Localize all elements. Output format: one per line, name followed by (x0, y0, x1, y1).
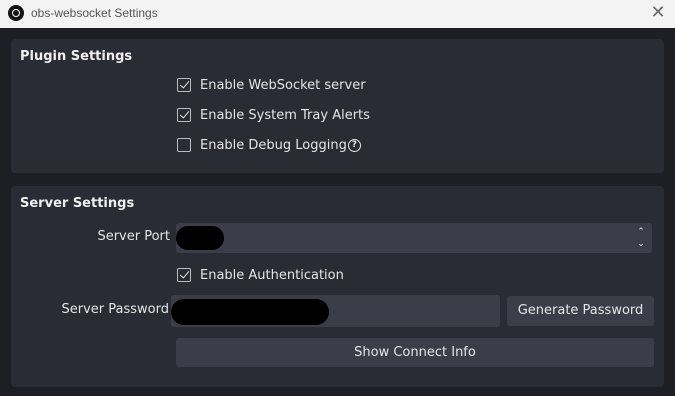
server-settings-group: Server Settings Server Port ⌃ ⌄ Enable A… (11, 186, 664, 387)
window-title: obs-websocket Settings (31, 6, 158, 20)
server-port-spinbox[interactable]: ⌃ ⌄ (176, 223, 652, 253)
obs-logo-icon (8, 5, 24, 21)
plugin-settings-group: Plugin Settings Enable WebSocket server … (11, 39, 664, 173)
close-icon[interactable]: ✕ (649, 4, 667, 22)
spinbox-arrows[interactable]: ⌃ ⌄ (636, 226, 646, 250)
enable-authentication-label: Enable Authentication (200, 267, 344, 283)
enable-system-tray-alerts-label: Enable System Tray Alerts (200, 107, 370, 123)
help-icon[interactable]: ? (347, 138, 361, 152)
generate-password-button[interactable]: Generate Password (507, 296, 654, 326)
spin-up-icon[interactable]: ⌃ (636, 226, 646, 238)
server-password-input[interactable] (171, 295, 500, 327)
server-port-label: Server Port (97, 229, 170, 244)
enable-websocket-server-checkbox[interactable] (177, 78, 191, 92)
server-password-label: Server Password (61, 302, 170, 317)
show-connect-info-button[interactable]: Show Connect Info (176, 338, 654, 367)
redaction-mark (171, 299, 329, 325)
enable-websocket-server-option[interactable]: Enable WebSocket server (177, 76, 366, 94)
title-bar: obs-websocket Settings ✕ (0, 0, 675, 28)
enable-system-tray-alerts-checkbox[interactable] (177, 108, 191, 122)
plugin-settings-title: Plugin Settings (20, 49, 133, 64)
spin-down-icon[interactable]: ⌄ (636, 238, 646, 250)
server-settings-title: Server Settings (20, 196, 135, 211)
enable-authentication-checkbox[interactable] (177, 268, 191, 282)
enable-debug-logging-checkbox[interactable] (177, 138, 191, 152)
enable-debug-logging-label: Enable Debug Logging (200, 137, 347, 153)
enable-websocket-server-label: Enable WebSocket server (200, 77, 366, 93)
enable-debug-logging-option[interactable]: Enable Debug Logging ? (177, 136, 361, 154)
enable-authentication-option[interactable]: Enable Authentication (177, 266, 344, 284)
redaction-mark (176, 226, 224, 250)
enable-system-tray-alerts-option[interactable]: Enable System Tray Alerts (177, 106, 370, 124)
